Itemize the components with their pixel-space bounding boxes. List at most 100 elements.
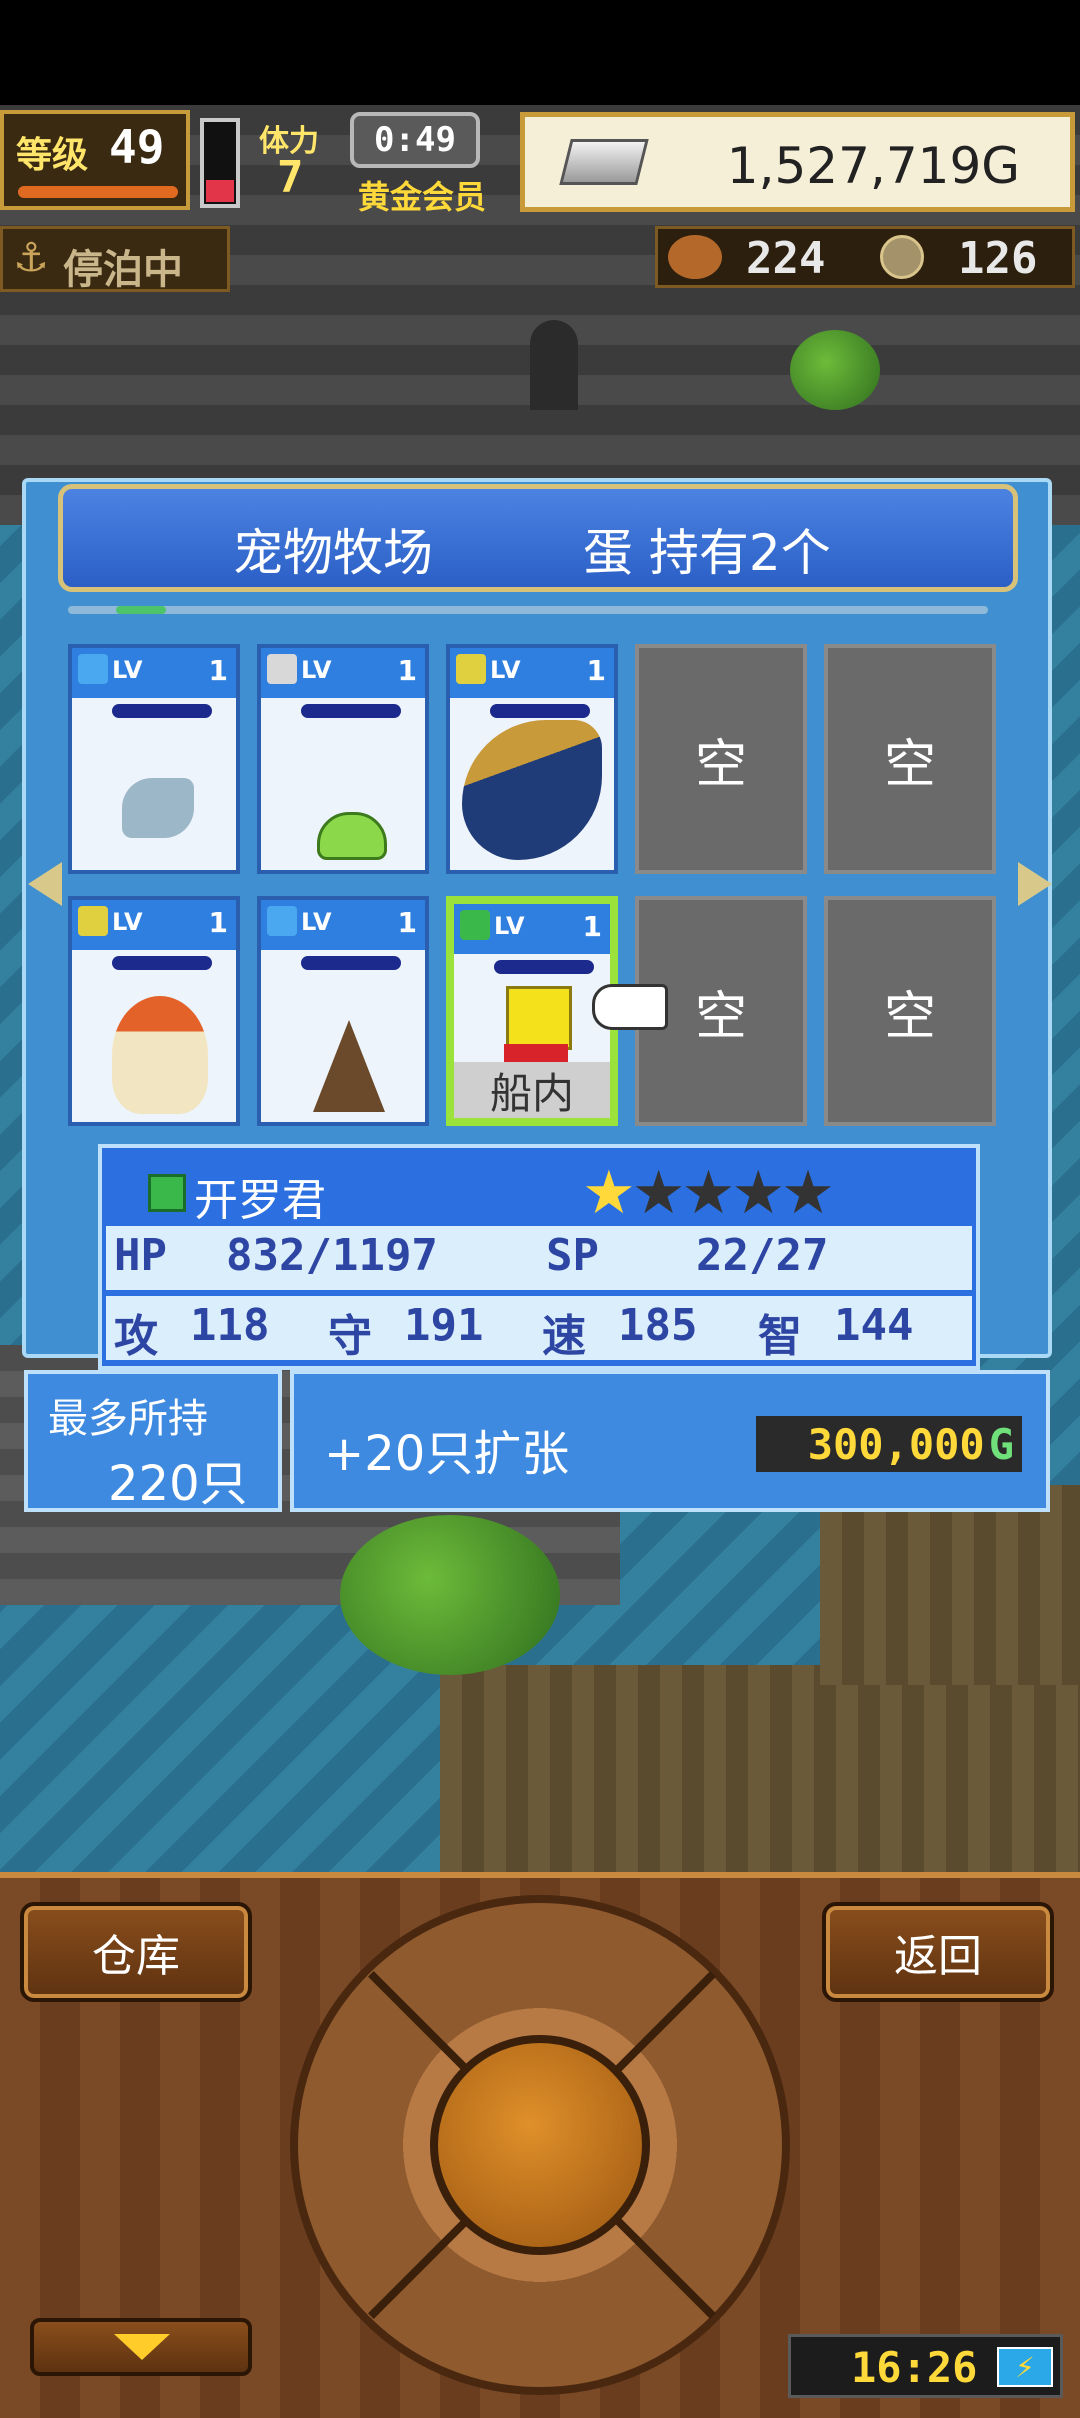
sp-label: SP [546,1230,599,1281]
expand-price: 300,000 [807,1419,985,1469]
empty-slot[interactable]: 空 [635,644,807,874]
clock-box: 16:26 ⚡ [788,2334,1063,2398]
water-element-icon [267,906,297,936]
lv-label: LV [112,908,143,936]
silver-bar-icon [559,139,649,185]
hp-bar [494,960,594,974]
lv-label: LV [494,912,525,940]
def-label: 守 [328,1311,372,1362]
hp-label: HP [114,1230,167,1281]
level-value: 49 [109,120,165,174]
pet-level: 1 [397,906,417,939]
green-slime-icon [317,812,387,860]
hp-sp-row: HP 832/1197 SP 22/27 [106,1226,972,1290]
grass-element-icon [460,910,490,940]
hp-bar [112,956,212,970]
star-filled-icon: ★ [582,1158,636,1228]
hp-bar [490,704,590,718]
expand-label: +20只扩张 [324,1426,570,1482]
spd-value: 185 [618,1300,698,1351]
price-tag: 300,000 G [756,1416,1022,1472]
egg-count: 蛋 持有2个 [583,524,831,582]
page-scrollbar[interactable] [68,606,988,614]
pet-slot-3[interactable]: LV 1 [446,644,618,874]
hp-value: 832/1197 [226,1230,438,1281]
exp-bar [18,186,178,198]
capacity-value: 220只 [108,1456,248,1512]
membership-label: 黄金会员 [358,178,487,216]
def-value: 191 [404,1300,484,1351]
anchor-icon: ⚓ [13,235,49,281]
lv-label: LV [490,656,521,684]
water-element-icon [78,654,108,684]
pet-level: 1 [582,910,602,943]
pet-slot-4[interactable]: LV 1 [68,896,240,1126]
capacity-box: 最多所持 220只 [24,1370,282,1512]
hooded-mole-icon [313,1020,385,1112]
hp-bar [112,704,212,718]
kairo-kun-icon [506,986,572,1050]
sp-value: 22/27 [696,1230,829,1281]
timer-text: 0:49 [374,120,456,160]
timer-box: 0:49 [350,112,480,168]
empty-slot[interactable]: 空 [824,644,996,874]
pet-slot-5[interactable]: LV 1 [257,896,429,1126]
status-text: 停泊中 [63,247,183,293]
gold-currency-icon: G [988,1419,1014,1469]
spd-label: 速 [542,1311,586,1362]
panel-title: 宠物牧场 [233,524,433,582]
stamina-value: 7 [277,152,304,203]
hp-bar [301,704,401,718]
pet-name: 开罗君 [194,1175,326,1226]
lv-label: LV [301,908,332,936]
gold-box: 1,527,719G [520,112,1075,212]
docked-status: ⚓ 停泊中 [0,226,230,293]
rooster-bird-icon [112,996,208,1114]
thunder-element-icon [456,654,486,684]
medal-icon [880,235,924,279]
int-value: 144 [834,1300,914,1351]
lv-label: LV [301,656,332,684]
menu-toggle-button[interactable] [30,2318,252,2376]
atk-label: 攻 [114,1311,158,1362]
capacity-label: 最多所持 [48,1396,208,1442]
food-icon [668,235,722,279]
resource-bar: 224 126 [655,226,1075,288]
gold-amount: 1,527,719G [726,137,1020,195]
resource1-value: 224 [746,233,826,284]
onboard-tag: 船内 [454,1062,610,1118]
battery-charging-icon: ⚡ [997,2347,1053,2387]
pet-level: 1 [208,654,228,687]
back-button[interactable]: 返回 [822,1902,1054,2002]
warehouse-button[interactable]: 仓库 [20,1902,252,2002]
center-action-button[interactable] [430,2035,650,2255]
neutral-element-icon [267,654,297,684]
scroll-thumb[interactable] [116,606,166,614]
pet-level: 1 [586,654,606,687]
stamina-box: 体力 7 [255,112,355,212]
empty-slot[interactable]: 空 [824,896,996,1126]
pet-slot-2[interactable]: LV 1 [257,644,429,874]
expand-button[interactable]: +20只扩张 300,000 G [290,1370,1050,1512]
star-empty-icon: ★★★★ [631,1158,835,1228]
resource2-value: 126 [958,233,1038,284]
down-arrow-icon [114,2334,170,2360]
winged-serpent-icon [462,720,602,860]
pet-slot-1[interactable]: LV 1 [68,644,240,874]
level-badge: 等级 49 [0,110,190,210]
prev-page-arrow-icon[interactable] [28,862,62,906]
clock-text: 16:26 [851,2343,978,2392]
thunder-element-icon [78,906,108,936]
star-rating: ★★★★★ [582,1158,835,1228]
attribute-row: 攻 118 守 191 速 185 智 144 [106,1296,972,1362]
pet-level: 1 [397,654,417,687]
next-page-arrow-icon[interactable] [1018,862,1052,906]
pointing-hand-icon [592,984,668,1030]
atk-value: 118 [190,1300,270,1351]
pet-level: 1 [208,906,228,939]
panel-header: 宠物牧场 蛋 持有2个 [58,484,1018,592]
level-label: 等级 [16,135,89,176]
hp-bar [301,956,401,970]
dpad-control[interactable] [290,1895,790,2395]
fish-creature-icon [122,778,194,838]
